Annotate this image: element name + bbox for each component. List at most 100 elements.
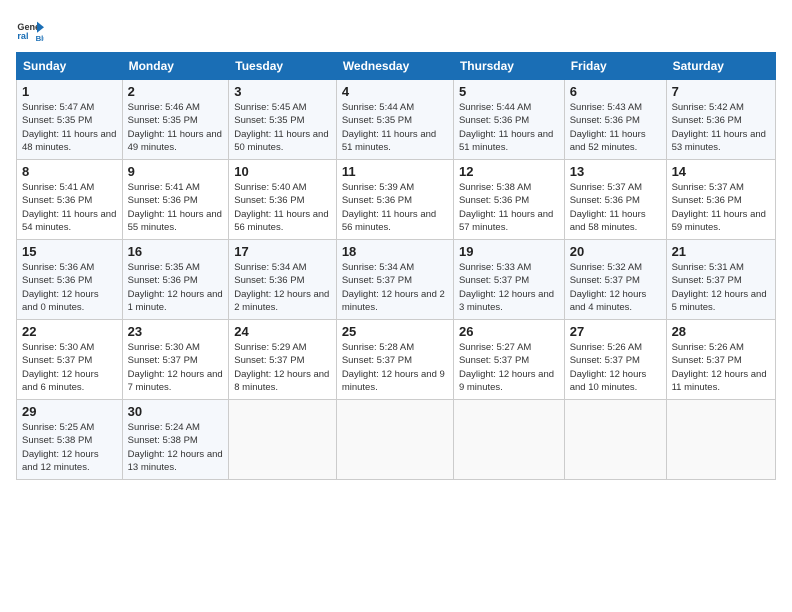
weekday-header: Monday (122, 53, 229, 80)
calendar-day-cell: 14 Sunrise: 5:37 AM Sunset: 5:36 PM Dayl… (666, 160, 775, 240)
calendar-day-cell: 20 Sunrise: 5:32 AM Sunset: 5:37 PM Dayl… (564, 240, 666, 320)
day-detail: Sunrise: 5:27 AM Sunset: 5:37 PM Dayligh… (459, 341, 559, 394)
calendar-day-cell (564, 400, 666, 480)
day-number: 9 (128, 164, 224, 179)
weekday-header: Wednesday (336, 53, 453, 80)
day-number: 7 (672, 84, 770, 99)
day-number: 18 (342, 244, 448, 259)
calendar-day-cell: 10 Sunrise: 5:40 AM Sunset: 5:36 PM Dayl… (229, 160, 337, 240)
calendar-day-cell: 15 Sunrise: 5:36 AM Sunset: 5:36 PM Dayl… (17, 240, 123, 320)
calendar-day-cell: 29 Sunrise: 5:25 AM Sunset: 5:38 PM Dayl… (17, 400, 123, 480)
calendar-day-cell: 3 Sunrise: 5:45 AM Sunset: 5:35 PM Dayli… (229, 80, 337, 160)
calendar-day-cell: 12 Sunrise: 5:38 AM Sunset: 5:36 PM Dayl… (453, 160, 564, 240)
calendar-day-cell: 5 Sunrise: 5:44 AM Sunset: 5:36 PM Dayli… (453, 80, 564, 160)
day-number: 30 (128, 404, 224, 419)
calendar-day-cell: 28 Sunrise: 5:26 AM Sunset: 5:37 PM Dayl… (666, 320, 775, 400)
day-detail: Sunrise: 5:40 AM Sunset: 5:36 PM Dayligh… (234, 181, 331, 234)
day-detail: Sunrise: 5:25 AM Sunset: 5:38 PM Dayligh… (22, 421, 117, 474)
day-number: 16 (128, 244, 224, 259)
calendar-day-cell: 24 Sunrise: 5:29 AM Sunset: 5:37 PM Dayl… (229, 320, 337, 400)
day-number: 27 (570, 324, 661, 339)
day-detail: Sunrise: 5:38 AM Sunset: 5:36 PM Dayligh… (459, 181, 559, 234)
calendar-day-cell (666, 400, 775, 480)
svg-text:ral: ral (17, 31, 28, 41)
calendar-day-cell: 9 Sunrise: 5:41 AM Sunset: 5:36 PM Dayli… (122, 160, 229, 240)
day-number: 6 (570, 84, 661, 99)
day-number: 24 (234, 324, 331, 339)
day-number: 8 (22, 164, 117, 179)
day-number: 4 (342, 84, 448, 99)
calendar-day-cell (453, 400, 564, 480)
day-number: 14 (672, 164, 770, 179)
day-number: 15 (22, 244, 117, 259)
calendar-day-cell: 7 Sunrise: 5:42 AM Sunset: 5:36 PM Dayli… (666, 80, 775, 160)
day-detail: Sunrise: 5:26 AM Sunset: 5:37 PM Dayligh… (672, 341, 770, 394)
calendar-week-row: 22 Sunrise: 5:30 AM Sunset: 5:37 PM Dayl… (17, 320, 776, 400)
day-number: 29 (22, 404, 117, 419)
calendar-table: SundayMondayTuesdayWednesdayThursdayFrid… (16, 52, 776, 480)
calendar-day-cell (336, 400, 453, 480)
day-detail: Sunrise: 5:44 AM Sunset: 5:35 PM Dayligh… (342, 101, 448, 154)
day-detail: Sunrise: 5:30 AM Sunset: 5:37 PM Dayligh… (22, 341, 117, 394)
calendar-week-row: 1 Sunrise: 5:47 AM Sunset: 5:35 PM Dayli… (17, 80, 776, 160)
calendar-day-cell: 8 Sunrise: 5:41 AM Sunset: 5:36 PM Dayli… (17, 160, 123, 240)
day-detail: Sunrise: 5:41 AM Sunset: 5:36 PM Dayligh… (22, 181, 117, 234)
day-detail: Sunrise: 5:34 AM Sunset: 5:36 PM Dayligh… (234, 261, 331, 314)
day-detail: Sunrise: 5:41 AM Sunset: 5:36 PM Dayligh… (128, 181, 224, 234)
calendar-day-cell: 22 Sunrise: 5:30 AM Sunset: 5:37 PM Dayl… (17, 320, 123, 400)
day-detail: Sunrise: 5:24 AM Sunset: 5:38 PM Dayligh… (128, 421, 224, 474)
calendar-week-row: 15 Sunrise: 5:36 AM Sunset: 5:36 PM Dayl… (17, 240, 776, 320)
day-detail: Sunrise: 5:43 AM Sunset: 5:36 PM Dayligh… (570, 101, 661, 154)
calendar-day-cell: 21 Sunrise: 5:31 AM Sunset: 5:37 PM Dayl… (666, 240, 775, 320)
day-number: 20 (570, 244, 661, 259)
calendar-day-cell: 19 Sunrise: 5:33 AM Sunset: 5:37 PM Dayl… (453, 240, 564, 320)
calendar-day-cell: 16 Sunrise: 5:35 AM Sunset: 5:36 PM Dayl… (122, 240, 229, 320)
day-number: 22 (22, 324, 117, 339)
weekday-header: Saturday (666, 53, 775, 80)
day-number: 25 (342, 324, 448, 339)
weekday-header: Tuesday (229, 53, 337, 80)
day-number: 17 (234, 244, 331, 259)
page-header: Gene ral Blue (16, 16, 776, 44)
calendar-day-cell: 1 Sunrise: 5:47 AM Sunset: 5:35 PM Dayli… (17, 80, 123, 160)
day-number: 1 (22, 84, 117, 99)
calendar-day-cell: 23 Sunrise: 5:30 AM Sunset: 5:37 PM Dayl… (122, 320, 229, 400)
day-detail: Sunrise: 5:33 AM Sunset: 5:37 PM Dayligh… (459, 261, 559, 314)
logo-icon: Gene ral Blue (16, 16, 44, 44)
day-detail: Sunrise: 5:37 AM Sunset: 5:36 PM Dayligh… (570, 181, 661, 234)
calendar-day-cell: 27 Sunrise: 5:26 AM Sunset: 5:37 PM Dayl… (564, 320, 666, 400)
day-detail: Sunrise: 5:45 AM Sunset: 5:35 PM Dayligh… (234, 101, 331, 154)
calendar-day-cell: 25 Sunrise: 5:28 AM Sunset: 5:37 PM Dayl… (336, 320, 453, 400)
day-number: 19 (459, 244, 559, 259)
calendar-day-cell: 4 Sunrise: 5:44 AM Sunset: 5:35 PM Dayli… (336, 80, 453, 160)
day-detail: Sunrise: 5:35 AM Sunset: 5:36 PM Dayligh… (128, 261, 224, 314)
day-number: 12 (459, 164, 559, 179)
day-number: 3 (234, 84, 331, 99)
calendar-day-cell: 13 Sunrise: 5:37 AM Sunset: 5:36 PM Dayl… (564, 160, 666, 240)
day-number: 11 (342, 164, 448, 179)
day-number: 26 (459, 324, 559, 339)
calendar-week-row: 8 Sunrise: 5:41 AM Sunset: 5:36 PM Dayli… (17, 160, 776, 240)
calendar-day-cell: 11 Sunrise: 5:39 AM Sunset: 5:36 PM Dayl… (336, 160, 453, 240)
day-number: 5 (459, 84, 559, 99)
day-detail: Sunrise: 5:36 AM Sunset: 5:36 PM Dayligh… (22, 261, 117, 314)
calendar-day-cell: 17 Sunrise: 5:34 AM Sunset: 5:36 PM Dayl… (229, 240, 337, 320)
day-detail: Sunrise: 5:42 AM Sunset: 5:36 PM Dayligh… (672, 101, 770, 154)
day-detail: Sunrise: 5:37 AM Sunset: 5:36 PM Dayligh… (672, 181, 770, 234)
day-detail: Sunrise: 5:34 AM Sunset: 5:37 PM Dayligh… (342, 261, 448, 314)
day-number: 10 (234, 164, 331, 179)
day-detail: Sunrise: 5:30 AM Sunset: 5:37 PM Dayligh… (128, 341, 224, 394)
day-detail: Sunrise: 5:32 AM Sunset: 5:37 PM Dayligh… (570, 261, 661, 314)
day-detail: Sunrise: 5:44 AM Sunset: 5:36 PM Dayligh… (459, 101, 559, 154)
calendar-day-cell: 30 Sunrise: 5:24 AM Sunset: 5:38 PM Dayl… (122, 400, 229, 480)
day-detail: Sunrise: 5:26 AM Sunset: 5:37 PM Dayligh… (570, 341, 661, 394)
day-detail: Sunrise: 5:39 AM Sunset: 5:36 PM Dayligh… (342, 181, 448, 234)
day-number: 21 (672, 244, 770, 259)
day-number: 28 (672, 324, 770, 339)
weekday-header: Thursday (453, 53, 564, 80)
calendar-day-cell: 18 Sunrise: 5:34 AM Sunset: 5:37 PM Dayl… (336, 240, 453, 320)
svg-text:Blue: Blue (36, 34, 44, 43)
day-detail: Sunrise: 5:47 AM Sunset: 5:35 PM Dayligh… (22, 101, 117, 154)
day-number: 2 (128, 84, 224, 99)
calendar-day-cell: 2 Sunrise: 5:46 AM Sunset: 5:35 PM Dayli… (122, 80, 229, 160)
